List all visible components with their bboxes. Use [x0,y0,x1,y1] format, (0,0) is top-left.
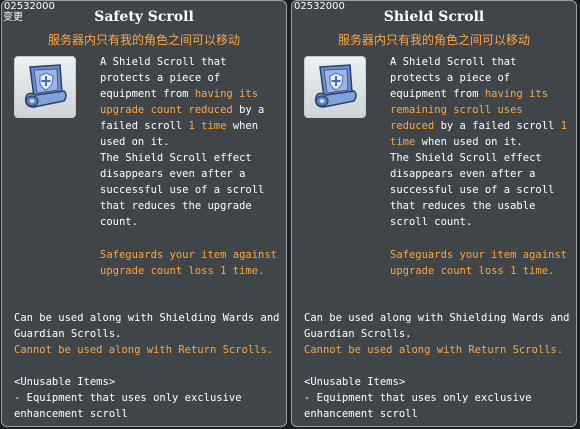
desc-highlight: 1 time [188,120,227,132]
unusable-section: <Unusable Items> - Equipment that uses o… [304,374,574,422]
shield-scroll-icon [314,64,357,108]
item-title: Shield Scroll [383,9,485,25]
desc-text: by a failed scroll [434,120,561,132]
item-description: A Shield Scroll that protects a piece of… [390,54,570,230]
safeguard-note: Safeguards your item against upgrade cou… [100,249,278,277]
compatibility-section: Can be used along with Shielding Wards a… [304,310,574,358]
item-subtitle: 服务器内只有我的角色之间可以移动 [47,33,240,47]
item-description: A Shield Scroll that protects a piece of… [100,54,280,230]
desc-text: when used on it. The Shield Scroll effec… [100,120,265,228]
item-title: Safety Scroll [94,9,194,25]
shield-scroll-icon [24,64,67,108]
compat-allowed: Can be used along with Shielding Wards a… [304,312,570,340]
compat-allowed: Can be used along with Shielding Wards a… [14,312,280,340]
unusable-header: <Unusable Items> [304,376,406,388]
unusable-section: <Unusable Items> - Equipment that uses o… [14,374,284,422]
item-icon-frame [14,56,76,118]
compat-disallowed: Cannot be used along with Return Scrolls… [304,344,564,356]
safeguard-note: Safeguards your item against upgrade cou… [390,249,568,277]
item-tooltip-shield-scroll: 02532000 Shield Scroll 服务器内只有我的角色之间可以移动 … [291,0,577,427]
compat-disallowed: Cannot be used along with Return Scrolls… [14,344,274,356]
item-icon-frame [304,56,366,118]
item-subtitle: 服务器内只有我的角色之间可以移动 [337,33,530,47]
unusable-header: <Unusable Items> [14,376,116,388]
desc-text: when used on it. The Shield Scroll effec… [390,136,555,228]
compatibility-section: Can be used along with Shielding Wards a… [14,310,284,358]
unusable-item: - Equipment that uses only exclusive enh… [14,392,242,420]
item-tooltip-safety-scroll: 02532000 变更 Safety Scroll 服务器内只有我的角色之间可以… [1,0,287,427]
unusable-item: - Equipment that uses only exclusive enh… [304,392,532,420]
